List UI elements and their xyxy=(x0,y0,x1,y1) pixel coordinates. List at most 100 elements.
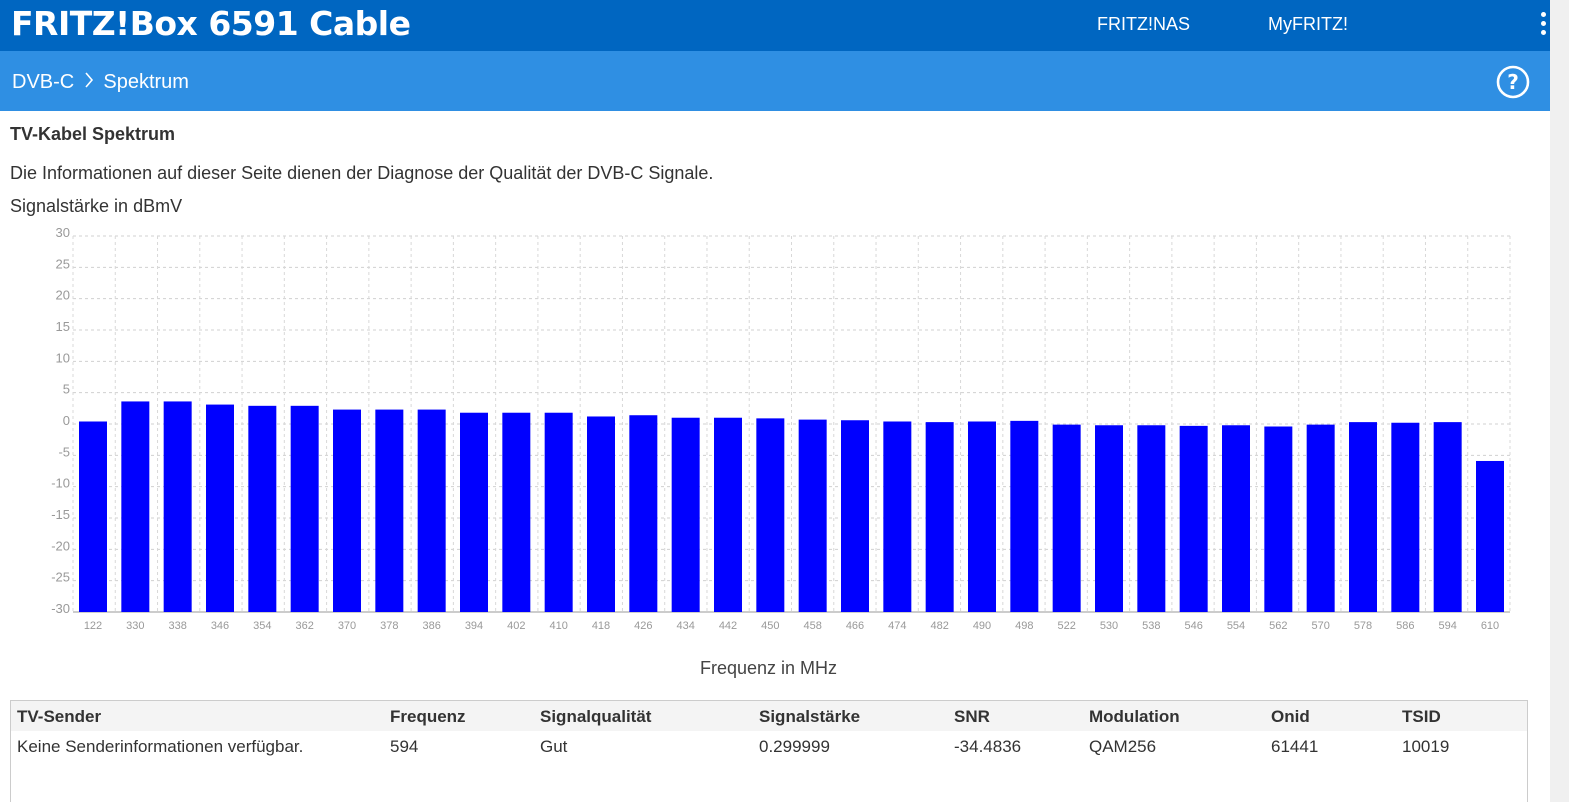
x-tick-label: 490 xyxy=(973,620,991,632)
bar-442 xyxy=(714,417,742,612)
help-circle-icon[interactable]: ? xyxy=(1496,65,1530,99)
breadcrumb-current: Spektrum xyxy=(103,71,189,93)
bar-394 xyxy=(460,412,488,612)
y-axis-title: Signalstärke in dBmV xyxy=(10,196,183,216)
bar-466 xyxy=(841,420,869,612)
cell-snr: -34.4836 xyxy=(954,737,1022,756)
spectrum-chart: 30 25 20 15 10 5 0 -5 -10 -15 -20 -25 -30 122 330 338 34… xyxy=(51,226,1511,632)
nav-link-fritznas[interactable]: FRITZ!NAS xyxy=(1097,14,1190,35)
breadcrumb-parent[interactable]: DVB-C xyxy=(12,71,74,93)
header-frequenz: Frequenz xyxy=(390,707,466,726)
header-tv-sender: TV-Sender xyxy=(17,707,102,726)
bar-426 xyxy=(629,415,658,612)
x-tick-label: 498 xyxy=(1015,620,1033,632)
x-tick-label: 410 xyxy=(549,620,567,632)
bar-450 xyxy=(756,418,785,612)
bar-338 xyxy=(163,401,192,612)
x-tick-label: 434 xyxy=(676,620,694,632)
bar-538 xyxy=(1137,425,1166,612)
x-tick-label: 570 xyxy=(1311,620,1329,632)
bar-362 xyxy=(290,405,319,612)
breadcrumb-bar: DVB-C Spektrum ? xyxy=(0,51,1550,111)
bar-354 xyxy=(248,405,277,612)
header-signalqualitaet: Signalqualität xyxy=(540,707,652,726)
y-tick-label: -10 xyxy=(51,476,70,491)
y-tick-label: 0 xyxy=(63,413,70,428)
x-tick-label: 426 xyxy=(634,620,652,632)
y-tick-label: -5 xyxy=(58,444,70,459)
x-axis-title: Frequenz in MHz xyxy=(700,658,838,678)
bar-530 xyxy=(1095,425,1123,612)
bar-410 xyxy=(544,412,573,612)
x-tick-label: 330 xyxy=(126,620,144,632)
header-tsid: TSID xyxy=(1402,707,1441,726)
y-tick-label: 5 xyxy=(63,382,70,397)
bar-434 xyxy=(671,417,700,612)
bar-570 xyxy=(1306,424,1335,612)
x-tick-label: 122 xyxy=(84,620,102,632)
bar-522 xyxy=(1052,424,1081,612)
bar-562 xyxy=(1264,426,1293,612)
cell-tv-sender: Keine Senderinformationen verfügbar. xyxy=(17,737,304,756)
breadcrumb: DVB-C Spektrum xyxy=(12,71,189,94)
chevron-right-icon xyxy=(84,72,94,93)
kebab-menu-icon[interactable] xyxy=(1536,12,1550,38)
y-tick-label: -15 xyxy=(51,507,70,522)
bar-546 xyxy=(1179,425,1208,612)
header-onid: Onid xyxy=(1271,707,1310,726)
y-tick-label: -20 xyxy=(51,538,70,553)
x-tick-label: 354 xyxy=(253,620,271,632)
bar-370 xyxy=(333,409,361,612)
cell-frequenz: 594 xyxy=(390,737,419,756)
x-tick-label: 458 xyxy=(803,620,821,632)
x-tick-label: 362 xyxy=(295,620,313,632)
page-title: TV-Kabel Spektrum xyxy=(10,124,176,144)
x-tick-label: 586 xyxy=(1396,620,1414,632)
bar-346 xyxy=(206,404,234,612)
x-tick-label: 338 xyxy=(168,620,186,632)
x-tick-label: 554 xyxy=(1227,620,1245,632)
top-bar: FRITZ!Box 6591 Cable FRITZ!NAS MyFRITZ! xyxy=(0,0,1550,51)
bar-578 xyxy=(1349,422,1377,612)
svg-text:?: ? xyxy=(1507,70,1519,94)
x-tick-label: 482 xyxy=(930,620,948,632)
cell-tsid: 10019 xyxy=(1402,737,1450,756)
x-tick-label: 522 xyxy=(1057,620,1075,632)
x-tick-label: 418 xyxy=(592,620,610,632)
x-tick-label: 394 xyxy=(465,620,483,632)
page-description: Die Informationen auf dieser Seite diene… xyxy=(10,163,714,183)
header-modulation: Modulation xyxy=(1089,707,1180,726)
cell-modulation: QAM256 xyxy=(1089,737,1157,756)
header-snr: SNR xyxy=(954,707,990,726)
bar-378 xyxy=(375,409,404,612)
page-scrollbar[interactable] xyxy=(1550,0,1569,802)
x-tick-label: 562 xyxy=(1269,620,1287,632)
cell-signalqualitaet: Gut xyxy=(540,737,568,756)
y-tick-label: 30 xyxy=(56,226,70,240)
x-tick-label: 466 xyxy=(846,620,864,632)
bar-554 xyxy=(1222,425,1250,612)
x-tick-label: 474 xyxy=(888,620,906,632)
bar-482 xyxy=(925,422,954,612)
bar-418 xyxy=(587,416,615,612)
bar-474 xyxy=(883,421,912,612)
header-signalstaerke: Signalstärke xyxy=(759,707,861,726)
bar-402 xyxy=(502,412,531,612)
main-content: TV-Kabel Spektrum Die Informationen auf … xyxy=(0,111,1550,802)
x-tick-label: 546 xyxy=(1184,620,1202,632)
y-tick-label: 25 xyxy=(56,256,70,271)
nav-link-myfritz[interactable]: MyFRITZ! xyxy=(1268,14,1348,35)
bar-386 xyxy=(417,409,446,612)
x-tick-label: 370 xyxy=(338,620,356,632)
bar-610 xyxy=(1476,460,1504,612)
channel-table: TV-Sender Frequenz Signalqualität Signal… xyxy=(10,700,1528,802)
cell-onid: 61441 xyxy=(1271,737,1319,756)
x-tick-label: 378 xyxy=(380,620,398,632)
y-tick-label: 15 xyxy=(56,319,70,334)
bar-498 xyxy=(1010,420,1039,612)
bar-594 xyxy=(1433,422,1462,612)
brand-title: FRITZ!Box 6591 Cable xyxy=(11,4,411,43)
y-tick-label: -25 xyxy=(51,570,70,585)
bar-330 xyxy=(121,401,150,612)
x-tick-label: 578 xyxy=(1354,620,1372,632)
